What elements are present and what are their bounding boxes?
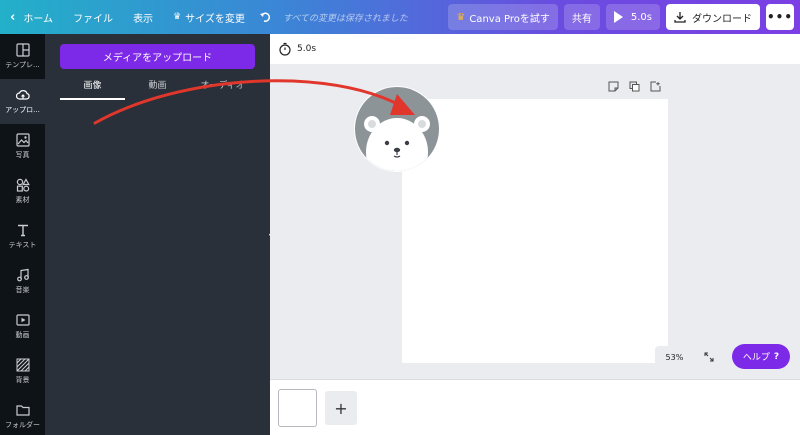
duplicate-page-icon[interactable] bbox=[629, 81, 640, 92]
tab-videos[interactable]: 動画 bbox=[125, 76, 190, 100]
rail-label: 動画 bbox=[15, 331, 30, 339]
view-menu[interactable]: 表示 bbox=[123, 0, 163, 34]
editor-area: 5.0s 53% ヘルプ ? + bbox=[270, 34, 800, 435]
home-label: ホーム bbox=[23, 13, 54, 25]
tab-images[interactable]: 画像 bbox=[60, 76, 125, 100]
rail-label: 音楽 bbox=[15, 286, 30, 294]
rail-label: アップロ... bbox=[5, 106, 40, 114]
page-strip: + bbox=[270, 379, 800, 435]
download-icon bbox=[674, 12, 686, 23]
folder-icon bbox=[15, 405, 30, 416]
zoom-level[interactable]: 53% bbox=[666, 353, 684, 362]
rail-label: 背景 bbox=[15, 376, 30, 384]
bear-avatar-image[interactable] bbox=[354, 86, 440, 172]
crown-icon: ♛ bbox=[456, 11, 466, 23]
play-button[interactable]: 5.0s bbox=[605, 4, 660, 30]
note-icon[interactable] bbox=[608, 81, 619, 92]
saved-status: すべての変更は保存されました bbox=[282, 13, 408, 24]
rail-item-photos[interactable]: 写真 bbox=[0, 124, 45, 169]
rail-item-elements[interactable]: 素材 bbox=[0, 169, 45, 214]
file-menu[interactable]: ファイル bbox=[63, 0, 123, 34]
upload-icon bbox=[15, 90, 30, 100]
text-icon bbox=[17, 224, 28, 237]
add-page-button[interactable]: + bbox=[325, 391, 357, 425]
music-icon bbox=[16, 268, 29, 282]
top-bar: ‹ ホーム ファイル 表示 ♛ サイズを変更 すべての変更は保存されました ♛ … bbox=[0, 0, 800, 34]
rail-item-templates[interactable]: テンプレ... bbox=[0, 34, 45, 79]
rail-label: テキスト bbox=[8, 241, 37, 249]
canva-pro-button[interactable]: ♛ Canva Proを試す bbox=[448, 4, 558, 30]
add-page-icon[interactable] bbox=[650, 81, 661, 92]
page-duration[interactable]: 5.0s bbox=[297, 44, 316, 54]
more-button[interactable]: ••• bbox=[766, 4, 794, 30]
crown-icon: ♛ bbox=[173, 12, 182, 22]
upload-media-button[interactable]: メディアをアップロード bbox=[60, 44, 255, 69]
design-page[interactable] bbox=[402, 99, 668, 363]
rail-label: テンプレ... bbox=[5, 61, 40, 69]
page-thumbnail[interactable] bbox=[278, 389, 317, 427]
help-button[interactable]: ヘルプ ? bbox=[732, 344, 790, 369]
help-label: ヘルプ bbox=[742, 353, 770, 363]
fullscreen-icon[interactable] bbox=[704, 352, 714, 362]
video-icon bbox=[15, 314, 30, 326]
download-button[interactable]: ダウンロード bbox=[666, 4, 760, 30]
photo-icon bbox=[15, 133, 30, 147]
rail-label: 素材 bbox=[15, 196, 30, 204]
undo-button[interactable] bbox=[255, 0, 277, 34]
zoom-control[interactable]: 53% bbox=[655, 346, 725, 368]
left-rail: テンプレ... アップロ... 写真 素材 テキスト 音楽 動画 背景 フォルダ… bbox=[0, 34, 45, 435]
resize-button[interactable]: ♛ サイズを変更 bbox=[163, 0, 255, 34]
rail-item-background[interactable]: 背景 bbox=[0, 349, 45, 394]
tab-audio[interactable]: オーディオ bbox=[190, 76, 255, 100]
editor-toolbar: 5.0s bbox=[270, 34, 800, 64]
download-label: ダウンロード bbox=[692, 13, 752, 25]
undo-icon bbox=[259, 12, 270, 22]
play-duration: 5.0s bbox=[630, 11, 652, 23]
rail-item-music[interactable]: 音楽 bbox=[0, 259, 45, 304]
background-icon bbox=[16, 358, 29, 372]
play-icon bbox=[613, 11, 623, 23]
resize-label: サイズを変更 bbox=[185, 13, 245, 25]
rail-item-uploads[interactable]: アップロ... bbox=[0, 79, 45, 124]
elements-icon bbox=[16, 178, 30, 192]
share-button[interactable]: 共有 bbox=[563, 4, 600, 30]
page-tools bbox=[608, 81, 661, 92]
rail-item-text[interactable]: テキスト bbox=[0, 214, 45, 259]
chevron-left-icon: ‹ bbox=[10, 9, 16, 25]
canva-pro-label: Canva Proを試す bbox=[469, 13, 550, 25]
uploads-panel: メディアをアップロード 画像 動画 オーディオ bbox=[45, 34, 270, 435]
home-button[interactable]: ‹ ホーム bbox=[0, 0, 63, 34]
question-icon: ? bbox=[773, 351, 780, 362]
media-tabs: 画像 動画 オーディオ bbox=[60, 76, 255, 100]
rail-item-folders[interactable]: フォルダー bbox=[0, 394, 45, 435]
timer-icon[interactable] bbox=[278, 42, 292, 56]
rail-item-video[interactable]: 動画 bbox=[0, 304, 45, 349]
template-icon bbox=[15, 43, 30, 57]
rail-label: フォルダー bbox=[5, 421, 40, 429]
rail-label: 写真 bbox=[15, 151, 30, 159]
